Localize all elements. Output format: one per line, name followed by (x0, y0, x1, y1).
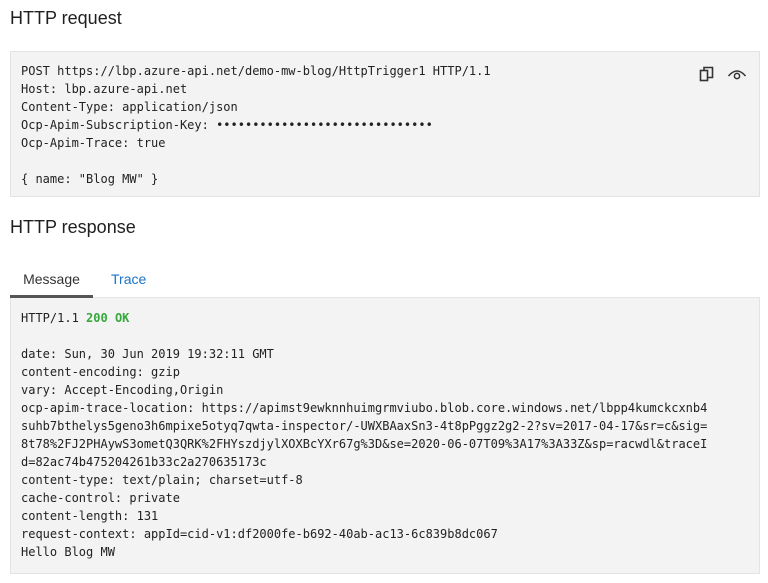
response-code-box: HTTP/1.1 200 OK date: Sun, 30 Jun 2019 1… (10, 298, 760, 574)
response-line: d=82ac74b475204261b33c2a270635173c (21, 455, 267, 469)
request-line: POST https://lbp.azure-api.net/demo-mw-b… (21, 64, 491, 78)
copy-icon[interactable] (697, 64, 717, 84)
request-code-box: POST https://lbp.azure-api.net/demo-mw-b… (10, 51, 760, 197)
response-line: 8t78%2FJ2PHAywS3ometQ3QRK%2FHYszdjylXOXB… (21, 437, 708, 451)
response-line: cache-control: private (21, 491, 180, 505)
response-line: date: Sun, 30 Jun 2019 19:32:11 GMT (21, 347, 274, 361)
eye-icon[interactable] (727, 64, 747, 84)
response-lines: date: Sun, 30 Jun 2019 19:32:11 GMT cont… (21, 327, 749, 561)
request-line: Host: lbp.azure-api.net (21, 82, 188, 96)
response-title: HTTP response (10, 217, 136, 237)
status-code: 200 (86, 311, 108, 325)
status-protocol: HTTP/1.1 (21, 311, 79, 325)
request-toolbar (697, 64, 747, 84)
response-line: content-encoding: gzip (21, 365, 180, 379)
request-line (21, 152, 749, 170)
status-line: HTTP/1.1 200 OK (21, 309, 749, 327)
request-lines: POST https://lbp.azure-api.net/demo-mw-b… (21, 62, 749, 188)
response-line: ocp-apim-trace-location: https://apimst9… (21, 401, 708, 415)
response-line: vary: Accept-Encoding,Origin (21, 383, 224, 397)
request-line: Ocp-Apim-Subscription-Key: •••••••••••••… (21, 118, 433, 132)
request-line: Content-Type: application/json (21, 100, 238, 114)
response-line: request-context: appId=cid-v1:df2000fe-b… (21, 527, 498, 541)
tab-message[interactable]: Message (10, 266, 93, 298)
request-line: Ocp-Apim-Trace: true (21, 136, 166, 150)
response-tabs: Message Trace (10, 266, 760, 298)
response-line (21, 327, 749, 345)
tab-trace[interactable]: Trace (111, 266, 146, 298)
response-line: content-type: text/plain; charset=utf-8 (21, 473, 303, 487)
request-title: HTTP request (10, 8, 122, 28)
status-text: OK (114, 311, 130, 325)
response-line: suhb7bthelys5geno3h6mpixe5otyq7qwta-insp… (21, 419, 708, 433)
request-body-line: { name: "Blog MW" } (21, 172, 159, 186)
response-body-line: Hello Blog MW (21, 545, 115, 559)
response-line: content-length: 131 (21, 509, 159, 523)
